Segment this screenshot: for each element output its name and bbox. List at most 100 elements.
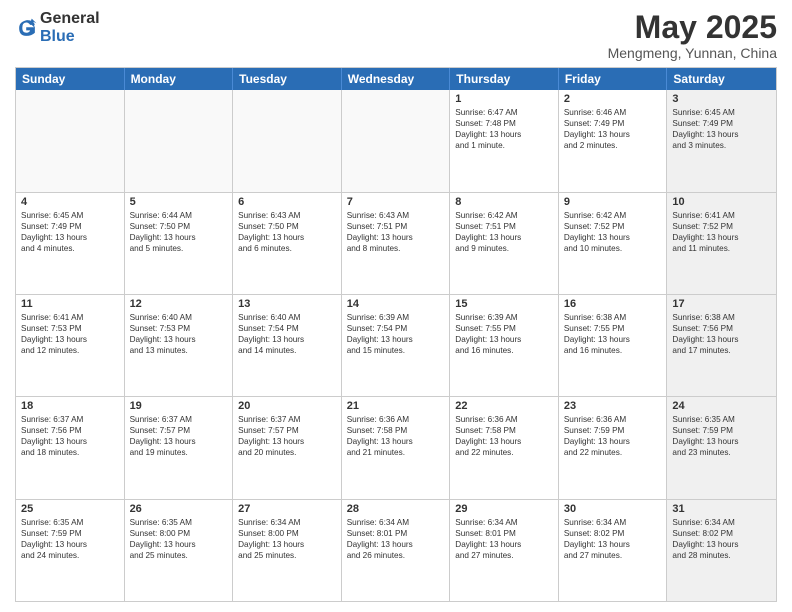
calendar-cell: 9Sunrise: 6:42 AM Sunset: 7:52 PM Daylig… bbox=[559, 193, 668, 294]
cell-info: Sunrise: 6:39 AM Sunset: 7:54 PM Dayligh… bbox=[347, 312, 445, 356]
calendar-cell: 25 Sunrise: 6:35 AM Sunset: 7:59 PM Dayli… bbox=[16, 500, 125, 601]
day-number: 21 bbox=[347, 400, 445, 412]
cell-info: Sunrise: 6:37 AM Sunset: 7:57 PM Dayligh… bbox=[130, 414, 228, 458]
title-location: Mengmeng, Yunnan, China bbox=[608, 45, 777, 61]
day-number: 29 bbox=[455, 503, 553, 515]
header-day-wednesday: Wednesday bbox=[342, 68, 451, 90]
calendar-cell: 7 Sunrise: 6:43 AM Sunset: 7:51 PM Daylig… bbox=[342, 193, 451, 294]
cell-info: Sunrise: 6:46 AM Sunset: 7:49 PM Dayligh… bbox=[564, 107, 662, 151]
calendar: SundayMondayTuesdayWednesdayThursdayFrid… bbox=[15, 67, 777, 602]
calendar-row-2: 4 Sunrise: 6:45 AM Sunset: 7:49 PM Daylig… bbox=[16, 192, 776, 294]
cell-info: Sunrise: 6:43 AM Sunset: 7:50 PM Dayligh… bbox=[238, 210, 336, 254]
cell-info: Sunrise: 6:45 AM Sunset: 7:49 PM Dayligh… bbox=[21, 210, 119, 254]
header-day-tuesday: Tuesday bbox=[233, 68, 342, 90]
day-number: 4 bbox=[21, 196, 119, 208]
calendar-cell: 27Sunrise: 6:34 AM Sunset: 8:00 PM Dayli… bbox=[233, 500, 342, 601]
cell-info: Sunrise: 6:42 AM Sunset: 7:51 PM Dayligh… bbox=[455, 210, 553, 254]
day-number: 18 bbox=[21, 400, 119, 412]
calendar-cell bbox=[342, 90, 451, 191]
cell-info: Sunrise: 6:35 AM Sunset: 7:59 PM Dayligh… bbox=[672, 414, 771, 458]
calendar-cell: 26Sunrise: 6:35 AM Sunset: 8:00 PM Dayli… bbox=[125, 500, 234, 601]
day-number: 11 bbox=[21, 298, 119, 310]
day-number: 15 bbox=[455, 298, 553, 310]
day-number: 25 bbox=[21, 503, 119, 515]
logo-icon bbox=[16, 17, 38, 39]
day-number: 5 bbox=[130, 196, 228, 208]
day-number: 31 bbox=[672, 503, 771, 515]
cell-info: Sunrise: 6:37 AM Sunset: 7:56 PM Dayligh… bbox=[21, 414, 119, 458]
calendar-cell: 29 Sunrise: 6:34 AM Sunset: 8:01 PM Dayli… bbox=[450, 500, 559, 601]
day-number: 7 bbox=[347, 196, 445, 208]
cell-info: Sunrise: 6:40 AM Sunset: 7:53 PM Dayligh… bbox=[130, 312, 228, 356]
calendar-cell: 4 Sunrise: 6:45 AM Sunset: 7:49 PM Daylig… bbox=[16, 193, 125, 294]
day-number: 12 bbox=[130, 298, 228, 310]
calendar-cell: 11Sunrise: 6:41 AM Sunset: 7:53 PM Dayli… bbox=[16, 295, 125, 396]
title-month: May 2025 bbox=[608, 10, 777, 45]
calendar-cell: 8Sunrise: 6:42 AM Sunset: 7:51 PM Daylig… bbox=[450, 193, 559, 294]
logo-general: General bbox=[40, 10, 100, 27]
calendar-body: 1 Sunrise: 6:47 AM Sunset: 7:48 PM Daylig… bbox=[16, 90, 776, 601]
calendar-cell: 12 Sunrise: 6:40 AM Sunset: 7:53 PM Dayli… bbox=[125, 295, 234, 396]
header: General Blue May 2025 Mengmeng, Yunnan, … bbox=[15, 10, 777, 61]
cell-info: Sunrise: 6:35 AM Sunset: 7:59 PM Dayligh… bbox=[21, 517, 119, 561]
day-number: 2 bbox=[564, 93, 662, 105]
calendar-row-5: 25 Sunrise: 6:35 AM Sunset: 7:59 PM Dayli… bbox=[16, 499, 776, 601]
cell-info: Sunrise: 6:44 AM Sunset: 7:50 PM Dayligh… bbox=[130, 210, 228, 254]
day-number: 3 bbox=[672, 93, 771, 105]
cell-info: Sunrise: 6:34 AM Sunset: 8:02 PM Dayligh… bbox=[672, 517, 771, 561]
day-number: 22 bbox=[455, 400, 553, 412]
calendar-cell: 16Sunrise: 6:38 AM Sunset: 7:55 PM Dayli… bbox=[559, 295, 668, 396]
calendar-cell bbox=[125, 90, 234, 191]
calendar-cell: 28Sunrise: 6:34 AM Sunset: 8:01 PM Dayli… bbox=[342, 500, 451, 601]
calendar-cell: 30Sunrise: 6:34 AM Sunset: 8:02 PM Dayli… bbox=[559, 500, 668, 601]
day-number: 28 bbox=[347, 503, 445, 515]
calendar-cell: 31 Sunrise: 6:34 AM Sunset: 8:02 PM Dayli… bbox=[667, 500, 776, 601]
header-day-monday: Monday bbox=[125, 68, 234, 90]
cell-info: Sunrise: 6:47 AM Sunset: 7:48 PM Dayligh… bbox=[455, 107, 553, 151]
calendar-cell: 2 Sunrise: 6:46 AM Sunset: 7:49 PM Daylig… bbox=[559, 90, 668, 191]
cell-info: Sunrise: 6:36 AM Sunset: 7:58 PM Dayligh… bbox=[347, 414, 445, 458]
calendar-row-3: 11Sunrise: 6:41 AM Sunset: 7:53 PM Dayli… bbox=[16, 294, 776, 396]
calendar-cell: 5 Sunrise: 6:44 AM Sunset: 7:50 PM Daylig… bbox=[125, 193, 234, 294]
cell-info: Sunrise: 6:34 AM Sunset: 8:02 PM Dayligh… bbox=[564, 517, 662, 561]
calendar-cell: 14 Sunrise: 6:39 AM Sunset: 7:54 PM Dayli… bbox=[342, 295, 451, 396]
cell-info: Sunrise: 6:39 AM Sunset: 7:55 PM Dayligh… bbox=[455, 312, 553, 356]
cell-info: Sunrise: 6:37 AM Sunset: 7:57 PM Dayligh… bbox=[238, 414, 336, 458]
calendar-cell: 3Sunrise: 6:45 AM Sunset: 7:49 PM Daylig… bbox=[667, 90, 776, 191]
day-number: 1 bbox=[455, 93, 553, 105]
day-number: 13 bbox=[238, 298, 336, 310]
cell-info: Sunrise: 6:35 AM Sunset: 8:00 PM Dayligh… bbox=[130, 517, 228, 561]
calendar-cell: 10 Sunrise: 6:41 AM Sunset: 7:52 PM Dayli… bbox=[667, 193, 776, 294]
cell-info: Sunrise: 6:34 AM Sunset: 8:01 PM Dayligh… bbox=[455, 517, 553, 561]
logo-blue: Blue bbox=[40, 28, 75, 45]
calendar-cell bbox=[233, 90, 342, 191]
day-number: 14 bbox=[347, 298, 445, 310]
calendar-cell bbox=[16, 90, 125, 191]
day-number: 20 bbox=[238, 400, 336, 412]
calendar-cell: 6 Sunrise: 6:43 AM Sunset: 7:50 PM Daylig… bbox=[233, 193, 342, 294]
cell-info: Sunrise: 6:38 AM Sunset: 7:56 PM Dayligh… bbox=[672, 312, 771, 356]
logo-text: General Blue bbox=[40, 10, 100, 45]
calendar-cell: 20 Sunrise: 6:37 AM Sunset: 7:57 PM Dayli… bbox=[233, 397, 342, 498]
day-number: 9 bbox=[564, 196, 662, 208]
calendar-cell: 21 Sunrise: 6:36 AM Sunset: 7:58 PM Dayli… bbox=[342, 397, 451, 498]
day-number: 17 bbox=[672, 298, 771, 310]
header-day-sunday: Sunday bbox=[16, 68, 125, 90]
day-number: 6 bbox=[238, 196, 336, 208]
logo: General Blue bbox=[15, 10, 100, 45]
calendar-row-1: 1 Sunrise: 6:47 AM Sunset: 7:48 PM Daylig… bbox=[16, 90, 776, 191]
cell-info: Sunrise: 6:36 AM Sunset: 7:58 PM Dayligh… bbox=[455, 414, 553, 458]
header-day-thursday: Thursday bbox=[450, 68, 559, 90]
cell-info: Sunrise: 6:41 AM Sunset: 7:52 PM Dayligh… bbox=[672, 210, 771, 254]
title-block: May 2025 Mengmeng, Yunnan, China bbox=[608, 10, 777, 61]
cell-info: Sunrise: 6:43 AM Sunset: 7:51 PM Dayligh… bbox=[347, 210, 445, 254]
calendar-cell: 22 Sunrise: 6:36 AM Sunset: 7:58 PM Dayli… bbox=[450, 397, 559, 498]
day-number: 10 bbox=[672, 196, 771, 208]
calendar-cell: 24Sunrise: 6:35 AM Sunset: 7:59 PM Dayli… bbox=[667, 397, 776, 498]
cell-info: Sunrise: 6:34 AM Sunset: 8:00 PM Dayligh… bbox=[238, 517, 336, 561]
cell-info: Sunrise: 6:36 AM Sunset: 7:59 PM Dayligh… bbox=[564, 414, 662, 458]
calendar-cell: 19Sunrise: 6:37 AM Sunset: 7:57 PM Dayli… bbox=[125, 397, 234, 498]
calendar-cell: 13Sunrise: 6:40 AM Sunset: 7:54 PM Dayli… bbox=[233, 295, 342, 396]
day-number: 16 bbox=[564, 298, 662, 310]
header-day-saturday: Saturday bbox=[667, 68, 776, 90]
